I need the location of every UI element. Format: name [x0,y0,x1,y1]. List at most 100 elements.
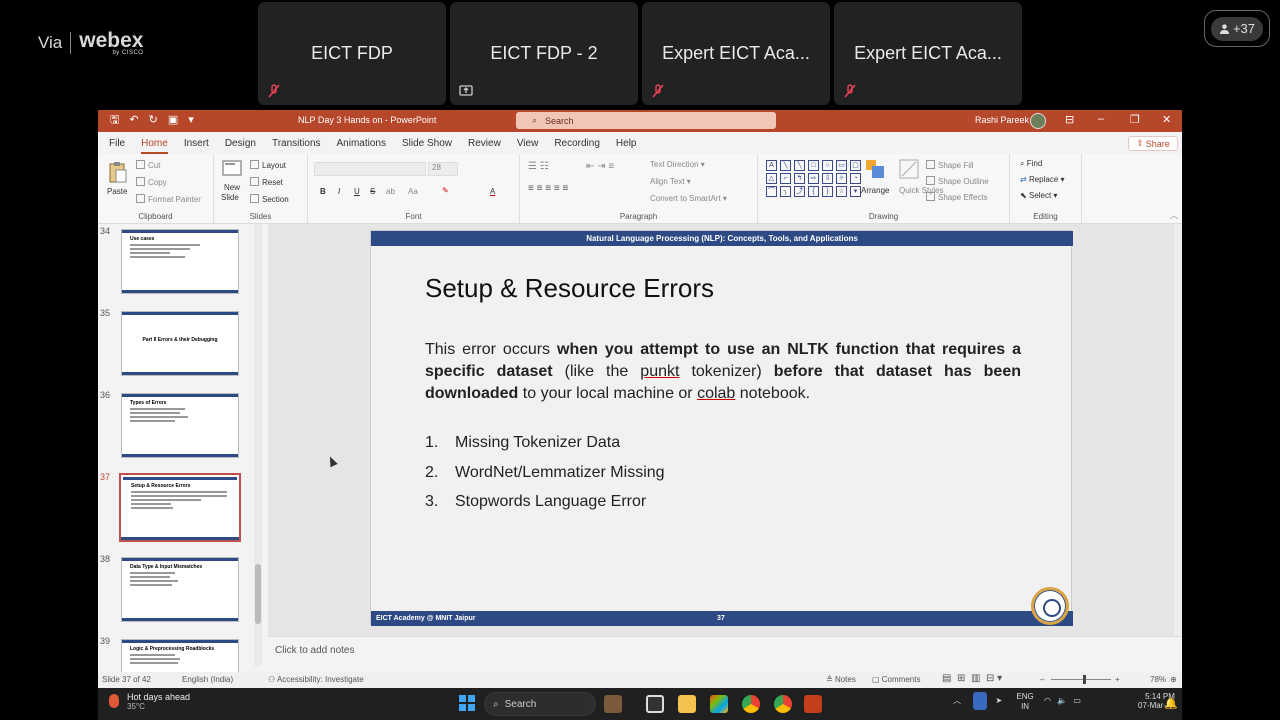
restore-icon[interactable]: ❐ [1130,113,1140,126]
accessibility-status[interactable]: ⚇ Accessibility: Investigate [268,675,364,684]
user-name[interactable]: Rashi Pareek [975,115,1029,125]
arrange-button[interactable]: Arrange [861,186,889,195]
slide-thumbnail[interactable]: Part II Errors & their Debugging [121,311,239,376]
smartart-button[interactable]: Convert to SmartArt ▾ [650,194,727,203]
thumbnail-scrollbar[interactable] [254,224,262,666]
bold-button[interactable]: B [320,187,326,196]
slide-numbered-list[interactable]: 1. Missing Tokenizer Data 2. WordNet/Lemma… [425,434,665,523]
slide-thumbnail[interactable]: Types of Errors [121,393,239,458]
taskbar-search[interactable]: ⌕ Search [484,692,596,716]
slide-thumbnail[interactable]: Logic & Preprocessing Roadblocks [121,639,239,672]
slide-canvas[interactable]: Natural Language Processing (NLP): Conce… [370,230,1073,626]
tab-file[interactable]: File [109,138,125,154]
shape-effects-button[interactable]: Shape Effects [926,192,988,202]
arrange-icon[interactable] [864,158,888,180]
zoom-out-icon[interactable]: – [1040,675,1044,684]
participants-button[interactable]: +37 [1204,10,1270,47]
slide-thumbnail-active[interactable]: Setup & Resource Errors [119,473,241,542]
highlight-icon[interactable]: ✎ [442,186,449,195]
ribbon-display-icon[interactable]: ⊟ [1065,113,1074,126]
align-icons[interactable]: ≡ ≡ ≡ ≡ ≡ [528,183,568,194]
powerpoint-icon[interactable] [804,695,822,713]
copilot-icon[interactable] [710,695,728,713]
tab-insert[interactable]: Insert [184,138,209,154]
zoom-slider[interactable] [1051,679,1111,680]
battery-icon[interactable]: ▭ [1073,696,1081,705]
language-indicator[interactable]: ENG IN [1016,692,1033,712]
slide-title[interactable]: Setup & Resource Errors [425,273,714,304]
notification-icon[interactable]: 🔔 [1164,697,1178,710]
slide-body-text[interactable]: This error occurs when you attempt to us… [425,339,1021,405]
tray-chevron-icon[interactable]: ︿ [953,696,961,705]
participant-tile[interactable]: Expert EICT Aca... [642,2,830,105]
undo-icon[interactable]: ↶ [129,114,138,127]
new-slide-icon[interactable] [222,160,242,178]
paste-button[interactable]: Paste [107,187,127,196]
tab-recording[interactable]: Recording [554,138,600,154]
microphone-icon[interactable] [973,692,988,710]
tab-design[interactable]: Design [225,138,256,154]
language-status[interactable]: English (India) [182,675,233,684]
paste-icon[interactable] [108,160,128,184]
find-button[interactable]: ⌕ Find [1020,159,1042,169]
section-button[interactable]: Section [250,194,289,204]
avatar[interactable] [1030,113,1046,129]
fit-slide-icon[interactable]: ⊕ [1170,675,1177,684]
replace-button[interactable]: ⇄ Replace ▾ [1020,175,1065,184]
tab-review[interactable]: Review [468,138,501,154]
strikethrough-button[interactable]: S [370,187,375,196]
new-slide-button-label[interactable]: Slide [221,193,239,202]
zoom-in-icon[interactable]: + [1115,675,1120,684]
weather-widget[interactable]: Hot days ahead 35°C [109,692,190,711]
tab-transitions[interactable]: Transitions [272,138,321,154]
share-button[interactable]: ⇪ Share [1128,136,1178,151]
chrome-profile-icon[interactable] [774,695,792,713]
new-slide-button[interactable]: New [224,183,240,192]
participant-tile[interactable]: EICT FDP [258,2,446,105]
tab-help[interactable]: Help [616,138,637,154]
notes-button[interactable]: ≙ Notes [826,675,856,684]
indent-icon[interactable]: ⇤ ⇥ ≡ [586,161,614,172]
change-case-button[interactable]: Aa [408,187,418,196]
notes-pane[interactable]: Click to add notes [268,636,1182,666]
volume-icon[interactable]: 🔈 [1057,696,1067,705]
align-text-button[interactable]: Align Text ▾ [650,177,691,186]
italic-button[interactable]: I [338,187,340,196]
participant-tile[interactable]: EICT FDP - 2 [450,2,638,105]
select-button[interactable]: ⬉ Select ▾ [1020,191,1057,200]
quick-styles-icon[interactable] [898,158,920,180]
customize-chevron-icon[interactable]: ▾ [188,114,194,127]
slide-thumbnail[interactable]: Data Type & Input Mismatches [121,557,239,622]
wifi-icon[interactable]: ◠ [1044,696,1051,705]
chrome-icon[interactable] [742,695,760,713]
copy-button[interactable]: Copy [136,177,167,187]
font-size-select[interactable]: 28 [428,162,458,176]
layout-button[interactable]: Layout [250,160,286,170]
tab-animations[interactable]: Animations [337,138,386,154]
redo-icon[interactable]: ↻ [149,114,158,127]
task-view-icon[interactable] [646,695,664,713]
zoom-slider-thumb[interactable] [1083,675,1086,684]
save-icon[interactable]: 🖫 [110,114,119,127]
collapse-ribbon-icon[interactable]: ︿ [1170,210,1178,221]
editor-scrollbar[interactable] [1174,224,1182,636]
present-icon[interactable]: ▣ [168,114,178,127]
widget-app-icon[interactable] [604,695,622,713]
spacing-button[interactable]: ab [386,187,395,196]
tab-slide-show[interactable]: Slide Show [402,138,452,154]
location-icon[interactable]: ➤ [995,696,1002,705]
format-painter-button[interactable]: Format Painter [136,194,201,204]
windows-start-icon[interactable] [459,695,475,711]
file-explorer-icon[interactable] [678,695,696,713]
search-input[interactable]: ⌕ Search [516,112,776,129]
participant-tile[interactable]: Expert EICT Aca... [834,2,1022,105]
view-buttons[interactable]: ▤ ⊞ ▥ ⊟ ▾ [942,673,1002,684]
text-direction-button[interactable]: Text Direction ▾ [650,160,705,169]
zoom-level[interactable]: 78% [1150,675,1166,684]
shapes-gallery[interactable]: A ╲ ╲ □ ○ ▭ ▢ △ ⌐ ↰ ⇨ ⇩ ✧ ◔ ⌒ ╮ ⤴{} ☆ ▾ [766,160,861,197]
slide-thumbnail[interactable]: Use cases [121,229,239,294]
tab-home[interactable]: Home [141,138,168,154]
cut-button[interactable]: Cut [136,160,160,170]
font-color-button[interactable]: A [490,187,495,196]
shape-fill-button[interactable]: Shape Fill [926,160,974,170]
